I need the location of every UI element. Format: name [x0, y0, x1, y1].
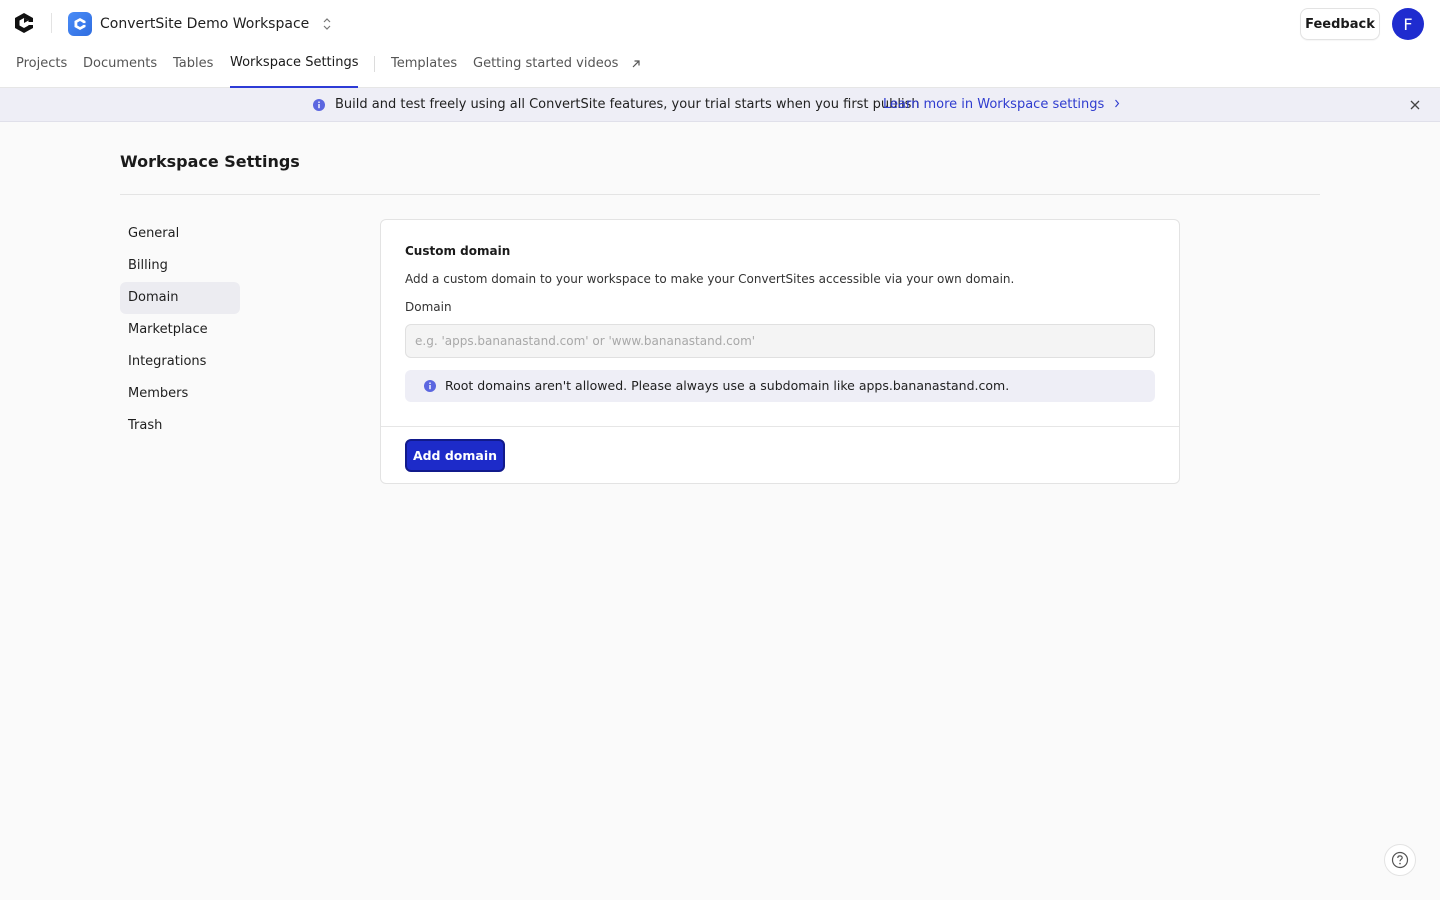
- question-mark-icon: [1391, 851, 1409, 869]
- top-bar: ConvertSite Demo Workspace Feedback F Pr…: [0, 0, 1440, 88]
- nav-documents[interactable]: Documents: [83, 48, 157, 88]
- nav-tables[interactable]: Tables: [173, 48, 213, 88]
- nav-projects[interactable]: Projects: [16, 48, 67, 88]
- domain-input[interactable]: [405, 324, 1155, 358]
- page-title: Workspace Settings: [120, 152, 300, 171]
- title-divider: [120, 194, 1320, 195]
- sidebar-item-marketplace[interactable]: Marketplace: [120, 314, 240, 346]
- alert-text: Root domains aren't allowed. Please alwa…: [445, 378, 1010, 393]
- app-logo-icon[interactable]: [12, 11, 36, 35]
- sidebar-item-domain[interactable]: Domain: [120, 282, 240, 314]
- root-domain-alert: Root domains aren't allowed. Please alwa…: [405, 370, 1155, 402]
- add-domain-button[interactable]: Add domain: [405, 439, 505, 472]
- trial-banner: Build and test freely using all ConvertS…: [0, 88, 1440, 122]
- sidebar-item-billing[interactable]: Billing: [120, 250, 240, 282]
- close-icon[interactable]: [1408, 98, 1422, 112]
- nav-workspace-settings[interactable]: Workspace Settings: [230, 48, 359, 88]
- sidebar-item-members[interactable]: Members: [120, 378, 240, 410]
- workspace-switcher[interactable]: ConvertSite Demo Workspace: [68, 11, 333, 36]
- feedback-button[interactable]: Feedback: [1300, 8, 1380, 40]
- card-title: Custom domain: [405, 244, 511, 258]
- nav-getting-started-label: Getting started videos: [473, 56, 619, 71]
- workspace-name: ConvertSite Demo Workspace: [100, 15, 310, 32]
- nav-templates[interactable]: Templates: [391, 48, 457, 88]
- card-description: Add a custom domain to your workspace to…: [405, 272, 1015, 286]
- info-icon: [424, 380, 436, 392]
- chevron-right-icon: [1115, 99, 1120, 108]
- custom-domain-card: Custom domain Add a custom domain to you…: [380, 219, 1180, 484]
- card-footer-divider: [381, 426, 1179, 427]
- nav-getting-started-videos[interactable]: Getting started videos: [473, 48, 641, 88]
- sidebar-item-integrations[interactable]: Integrations: [120, 346, 240, 378]
- sidebar-item-general[interactable]: General: [120, 218, 240, 250]
- banner-learn-more-link[interactable]: Learn more in Workspace settings: [883, 97, 1120, 112]
- main-nav: Projects Documents Tables Workspace Sett…: [0, 48, 1440, 88]
- workspace-icon: [68, 11, 92, 36]
- domain-field-label: Domain: [405, 300, 452, 314]
- nav-divider: [374, 56, 375, 72]
- chevron-up-down-icon: [323, 17, 331, 30]
- banner-text: Build and test freely using all ConvertS…: [335, 97, 920, 112]
- avatar[interactable]: F: [1392, 8, 1424, 40]
- arrow-up-right-icon: [632, 59, 640, 67]
- sidebar-item-trash[interactable]: Trash: [120, 410, 240, 442]
- help-button[interactable]: [1384, 844, 1416, 876]
- banner-link-label: Learn more in Workspace settings: [883, 97, 1105, 112]
- header-divider: [51, 13, 52, 33]
- info-icon: [313, 99, 325, 111]
